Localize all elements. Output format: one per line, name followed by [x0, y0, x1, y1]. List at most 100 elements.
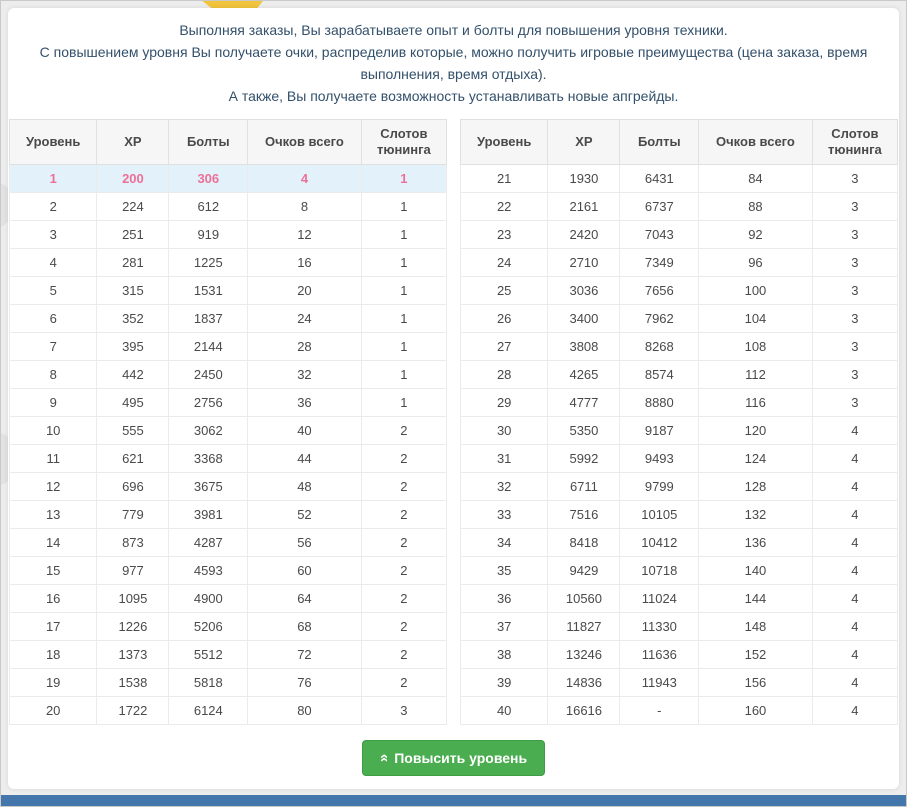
column-header: Уровень: [10, 120, 97, 165]
table-cell: 2450: [169, 361, 248, 389]
table-cell: 23: [461, 221, 548, 249]
table-cell: 38: [461, 641, 548, 669]
table-cell: 9429: [548, 557, 620, 585]
table-cell: 36: [248, 389, 362, 417]
table-row: 359429107181404: [461, 557, 898, 585]
table-cell: 76: [248, 669, 362, 697]
table-cell: 3: [812, 221, 897, 249]
table-cell: 2: [361, 585, 446, 613]
table-cell: 1: [361, 305, 446, 333]
table-row: 105553062402: [10, 417, 447, 445]
table-cell: 1095: [97, 585, 169, 613]
table-cell: 1: [361, 193, 446, 221]
table-cell: 24: [461, 249, 548, 277]
table-row: 2119306431843: [461, 165, 898, 193]
table-cell: 9: [10, 389, 97, 417]
intro-text: Выполняя заказы, Вы зарабатываете опыт и…: [8, 8, 899, 119]
table-cell: 621: [97, 445, 169, 473]
table-cell: -: [620, 697, 699, 725]
table-row: 53151531201: [10, 277, 447, 305]
table-cell: 1: [361, 221, 446, 249]
table-row: 3914836119431564: [461, 669, 898, 697]
table-cell: 21: [461, 165, 548, 193]
table-cell: 10: [10, 417, 97, 445]
table-cell: 36: [461, 585, 548, 613]
table-cell: 7656: [620, 277, 699, 305]
table-cell: 7: [10, 333, 97, 361]
table-cell: 3368: [169, 445, 248, 473]
table-row: 222461281: [10, 193, 447, 221]
table-row: 94952756361: [10, 389, 447, 417]
table-cell: 2: [361, 417, 446, 445]
table-cell: 7349: [620, 249, 699, 277]
table-cell: 2: [361, 557, 446, 585]
table-cell: 25: [461, 277, 548, 305]
table-row: 337516101051324: [461, 501, 898, 529]
table-cell: 13: [10, 501, 97, 529]
table-cell: 3: [812, 361, 897, 389]
table-cell: 2: [361, 473, 446, 501]
table-cell: 5512: [169, 641, 248, 669]
table-cell: 13246: [548, 641, 620, 669]
column-header: Очков всего: [248, 120, 362, 165]
table-cell: 28: [248, 333, 362, 361]
table-cell: 3: [812, 305, 897, 333]
table-cell: 4: [812, 697, 897, 725]
level-up-button[interactable]: » Повысить уровень: [362, 740, 545, 776]
table-cell: 124: [699, 445, 813, 473]
table-row: 27380882681083: [461, 333, 898, 361]
table-cell: 56: [248, 529, 362, 557]
column-header: XP: [548, 120, 620, 165]
table-cell: 84: [699, 165, 813, 193]
table-cell: 8268: [620, 333, 699, 361]
table-row: 42811225161: [10, 249, 447, 277]
table-row: 3813246116361524: [461, 641, 898, 669]
table-cell: 1722: [97, 697, 169, 725]
intro-line-3: А также, Вы получаете возможность устана…: [26, 85, 881, 107]
table-row: 116213368442: [10, 445, 447, 473]
table-cell: 15: [10, 557, 97, 585]
table-cell: 52: [248, 501, 362, 529]
table-cell: 395: [97, 333, 169, 361]
table-cell: 32: [461, 473, 548, 501]
table-cell: 8574: [620, 361, 699, 389]
table-cell: 6431: [620, 165, 699, 193]
table-cell: 919: [169, 221, 248, 249]
table-cell: 60: [248, 557, 362, 585]
table-cell: 1: [361, 249, 446, 277]
table-cell: 132: [699, 501, 813, 529]
table-row: 2221616737883: [461, 193, 898, 221]
table-cell: 3: [361, 697, 446, 725]
table-cell: 4: [812, 613, 897, 641]
levels-tables: УровеньXPБолтыОчков всегоСлотов тюнинга1…: [8, 119, 899, 725]
table-cell: 64: [248, 585, 362, 613]
table-cell: 88: [699, 193, 813, 221]
table-cell: 68: [248, 613, 362, 641]
table-cell: 3808: [548, 333, 620, 361]
column-header: Болты: [169, 120, 248, 165]
table-cell: 612: [169, 193, 248, 221]
table-cell: 1: [361, 333, 446, 361]
table-cell: 873: [97, 529, 169, 557]
table-cell: 1531: [169, 277, 248, 305]
table-cell: 1: [10, 165, 97, 193]
table-cell: 16: [10, 585, 97, 613]
table-cell: 16: [248, 249, 362, 277]
table-cell: 224: [97, 193, 169, 221]
table-cell: 11636: [620, 641, 699, 669]
table-cell: 34: [461, 529, 548, 557]
table-cell: 4: [10, 249, 97, 277]
table-cell: 6124: [169, 697, 248, 725]
table-cell: 5818: [169, 669, 248, 697]
table-cell: 11330: [620, 613, 699, 641]
table-cell: 120: [699, 417, 813, 445]
table-cell: 12: [10, 473, 97, 501]
intro-line-1: Выполняя заказы, Вы зарабатываете опыт и…: [26, 19, 881, 41]
table-cell: 40: [461, 697, 548, 725]
table-cell: 4: [812, 585, 897, 613]
table-cell: 40: [248, 417, 362, 445]
table-cell: 5350: [548, 417, 620, 445]
table-cell: 16616: [548, 697, 620, 725]
table-cell: 11943: [620, 669, 699, 697]
table-cell: 72: [248, 641, 362, 669]
